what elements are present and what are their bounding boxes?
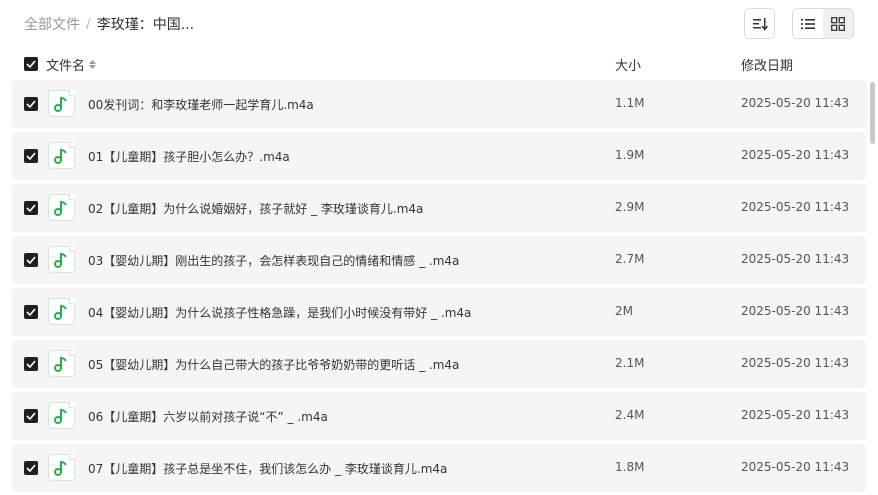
file-size: 2.1M [615,356,645,370]
file-date: 2025-05-20 11:43 [741,148,850,162]
file-row[interactable]: 01【儿童期】孩子胆小怎么办？.m4a 1.9M 2025-05-20 11:43 [12,132,867,180]
column-date-header[interactable]: 修改日期 [741,55,793,74]
file-name[interactable]: 02【儿童期】为什么说婚姻好，孩子就好 _ 李玫瑾谈育儿.m4a [88,200,423,217]
audio-file-icon [48,246,75,273]
file-date: 2025-05-20 11:43 [741,408,850,422]
list-view-icon [801,18,815,29]
audio-file-icon [48,454,75,481]
column-size-header[interactable]: 大小 [615,55,641,74]
file-name[interactable]: 03【婴幼儿期】刚出生的孩子，会怎样表现自己的情绪和情感 _ .m4a [88,252,459,269]
file-date: 2025-05-20 11:43 [741,200,850,214]
select-all-checkbox[interactable] [24,57,38,71]
list-view-button[interactable] [793,9,823,38]
row-checkbox[interactable] [24,409,38,423]
file-row[interactable]: 03【婴幼儿期】刚出生的孩子，会怎样表现自己的情绪和情感 _ .m4a 2.7M 2… [12,236,867,284]
row-checkbox[interactable] [24,461,38,475]
file-size: 2.9M [615,200,645,214]
file-name[interactable]: 07【儿童期】孩子总是坐不住，我们该怎么办 _ 李玫瑾谈育儿.m4a [88,460,447,477]
column-name-label: 文件名 [46,59,86,74]
file-date: 2025-05-20 11:43 [741,356,850,370]
audio-file-icon [48,194,75,221]
check-icon [26,204,36,212]
file-name[interactable]: 06【儿童期】六岁以前对孩子说“不” _ .m4a [88,408,328,425]
file-date: 2025-05-20 11:43 [741,304,850,318]
check-icon [26,100,36,108]
file-date: 2025-05-20 11:43 [741,252,850,266]
check-icon [26,152,36,160]
table-header: 文件名 大小 修改日期 [0,52,878,76]
file-name[interactable]: 04【婴幼儿期】为什么说孩子性格急躁，是我们小时候没有带好 _ .m4a [88,304,471,321]
breadcrumb-current: 李玫瑾：中国... [96,17,195,33]
breadcrumb-separator: / [86,16,91,32]
check-icon [26,360,36,368]
file-row[interactable]: 00发刊词：和李玫瑾老师一起学育儿.m4a 1.1M 2025-05-20 11:4… [12,80,867,128]
file-row[interactable]: 06【儿童期】六岁以前对孩子说“不” _ .m4a 2.4M 2025-05-20 … [12,392,867,440]
grid-view-icon [831,16,845,31]
file-name[interactable]: 05【婴幼儿期】为什么自己带大的孩子比爷爷奶奶带的更听话 _ .m4a [88,356,459,373]
audio-file-icon [48,402,75,429]
audio-file-icon [48,298,75,325]
scrollbar[interactable] [870,82,875,144]
file-date: 2025-05-20 11:43 [741,96,850,110]
check-icon [26,412,36,420]
check-icon [26,60,36,68]
row-checkbox[interactable] [24,201,38,215]
audio-file-icon [48,142,75,169]
file-row[interactable]: 05【婴幼儿期】为什么自己带大的孩子比爷爷奶奶带的更听话 _ .m4a 2.1M 2… [12,340,867,388]
file-size: 2M [615,304,633,318]
breadcrumb-root[interactable]: 全部文件 [24,14,80,34]
file-size: 1.8M [615,460,645,474]
file-row[interactable]: 02【儿童期】为什么说婚姻好，孩子就好 _ 李玫瑾谈育儿.m4a 2.9M 2025… [12,184,867,232]
row-checkbox[interactable] [24,305,38,319]
audio-file-icon [48,350,75,377]
grid-view-button[interactable] [823,9,853,38]
breadcrumb: 全部文件 / 李玫瑾：中国... [24,14,194,34]
sort-lines-icon [752,17,768,31]
file-row[interactable]: 04【婴幼儿期】为什么说孩子性格急躁，是我们小时候没有带好 _ .m4a 2M 20… [12,288,867,336]
audio-file-icon [48,90,75,117]
row-checkbox[interactable] [24,149,38,163]
sort-updown-icon [89,60,97,69]
file-name[interactable]: 01【儿童期】孩子胆小怎么办？.m4a [88,148,290,165]
file-date: 2025-05-20 11:43 [741,460,850,474]
file-size: 1.1M [615,96,645,110]
row-checkbox[interactable] [24,97,38,111]
check-icon [26,464,36,472]
top-bar: 全部文件 / 李玫瑾：中国... [0,0,878,48]
file-name[interactable]: 00发刊词：和李玫瑾老师一起学育儿.m4a [88,96,314,113]
row-checkbox[interactable] [24,357,38,371]
view-toggle [792,8,854,39]
check-icon [26,308,36,316]
column-name-header[interactable]: 文件名 [46,55,97,74]
file-row[interactable]: 07【儿童期】孩子总是坐不住，我们该怎么办 _ 李玫瑾谈育儿.m4a 1.8M 20… [12,444,867,492]
check-icon [26,256,36,264]
sort-button[interactable] [744,8,775,39]
row-checkbox[interactable] [24,253,38,267]
file-size: 2.4M [615,408,645,422]
file-size: 1.9M [615,148,645,162]
file-size: 2.7M [615,252,645,266]
